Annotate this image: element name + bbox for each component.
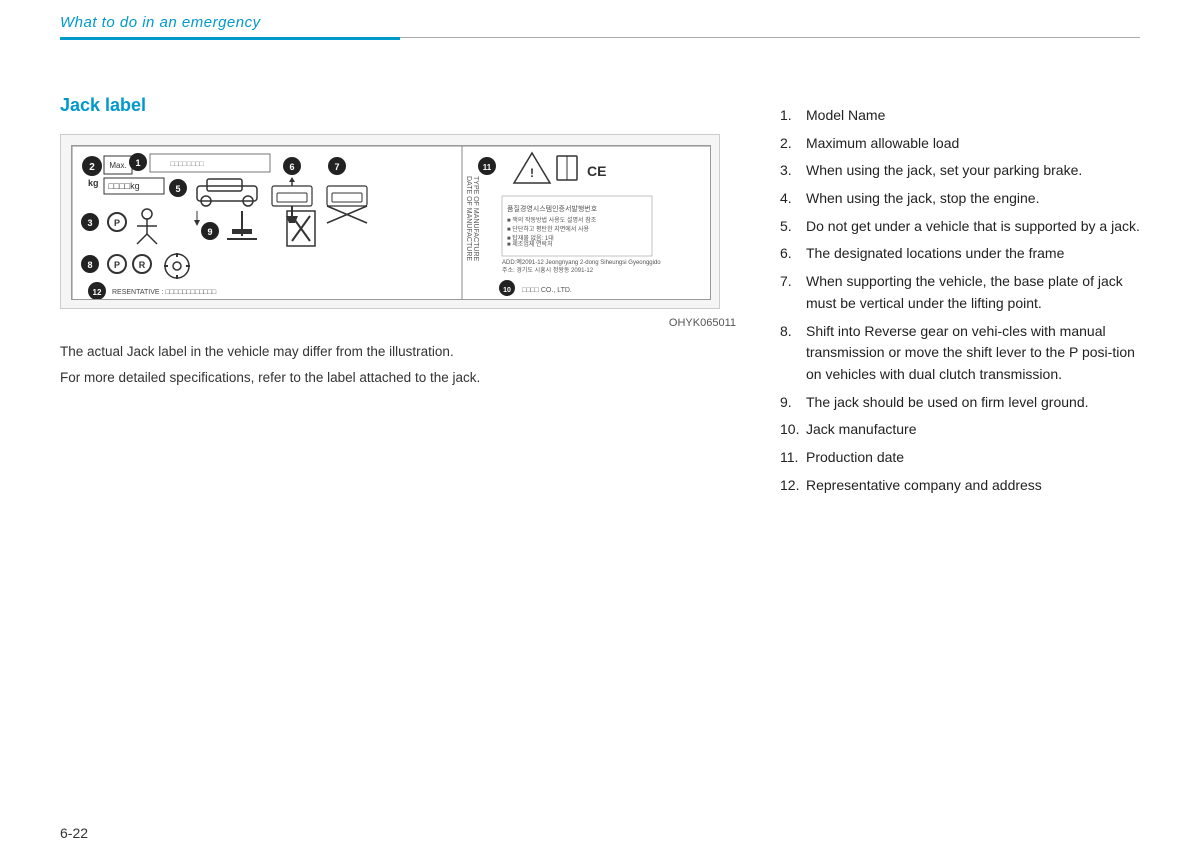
list-content: Production date xyxy=(806,447,1140,469)
jack-label-image: 2 kg Max. 1 □□□□□□□□ □□□□kg xyxy=(60,134,720,309)
list-item: 8. Shift into Reverse gear on vehi-cles … xyxy=(780,321,1140,386)
footer: 6-22 xyxy=(60,825,88,841)
svg-text:P: P xyxy=(114,218,120,228)
list-number: 4. xyxy=(780,188,802,210)
description-line1: The actual Jack label in the vehicle may… xyxy=(60,341,740,363)
list-number: 8. xyxy=(780,321,802,386)
left-column: Jack label 2 kg Max. xyxy=(60,95,740,502)
svg-text:!: ! xyxy=(530,166,534,180)
right-column: 1. Model Name 2. Maximum allowable load … xyxy=(780,95,1140,502)
list-number: 2. xyxy=(780,133,802,155)
svg-text:ADD:예2091-12 Jeongnyang 2-dong: ADD:예2091-12 Jeongnyang 2-dong Siheungsi… xyxy=(502,258,661,266)
svg-text:8: 8 xyxy=(87,260,92,270)
list-number: 12. xyxy=(780,475,802,497)
jack-diagram-svg: 2 kg Max. 1 □□□□□□□□ □□□□kg xyxy=(71,145,711,300)
list-item: 4. When using the jack, stop the engine. xyxy=(780,188,1140,210)
list-content: The designated locations under the frame xyxy=(806,243,1140,265)
svg-text:주소: 경기도 시흥시 정왕동 2091-12: 주소: 경기도 시흥시 정왕동 2091-12 xyxy=(502,266,594,274)
list-number: 11. xyxy=(780,447,802,469)
image-caption: OHYK065011 xyxy=(60,317,740,329)
svg-text:6: 6 xyxy=(289,162,294,172)
list-content: Jack manufacture xyxy=(806,419,1140,441)
svg-text:DATE OF MANUFACTURE: DATE OF MANUFACTURE xyxy=(465,176,472,261)
svg-text:품질경영시스템인증서발행번호: 품질경영시스템인증서발행번호 xyxy=(507,204,598,213)
list-content: Do not get under a vehicle that is suppo… xyxy=(806,216,1140,238)
list-item: 12. Representative company and address xyxy=(780,475,1140,497)
svg-text:9: 9 xyxy=(207,227,212,237)
svg-text:P: P xyxy=(114,260,120,270)
svg-text:5: 5 xyxy=(175,184,180,194)
svg-text:RESENTATIVE : □□□□□□□□□□□□: RESENTATIVE : □□□□□□□□□□□□ xyxy=(112,289,217,296)
svg-text:1: 1 xyxy=(135,158,140,168)
list-item: 5. Do not get under a vehicle that is su… xyxy=(780,216,1140,238)
svg-text:□□□□ CO., LTD.: □□□□ CO., LTD. xyxy=(522,287,572,294)
list-number: 5. xyxy=(780,216,802,238)
svg-text:10: 10 xyxy=(503,287,511,294)
page-container: What to do in an emergency Jack label xyxy=(0,0,1200,861)
list-item: 3. When using the jack, set your parking… xyxy=(780,160,1140,182)
list-number: 10. xyxy=(780,419,802,441)
svg-text:■ 탑재물 없음: 1대: ■ 탑재물 없음: 1대 xyxy=(507,234,554,242)
list-content: Maximum allowable load xyxy=(806,133,1140,155)
page-number: 6-22 xyxy=(60,825,88,841)
svg-text:■ 잭의 작동방법 사용도 설명서 참조: ■ 잭의 작동방법 사용도 설명서 참조 xyxy=(507,216,597,224)
svg-text:7: 7 xyxy=(334,162,339,172)
svg-text:□□□□□□□□: □□□□□□□□ xyxy=(170,161,205,168)
list-item: 11. Production date xyxy=(780,447,1140,469)
list-number: 3. xyxy=(780,160,802,182)
list-item: 6. The designated locations under the fr… xyxy=(780,243,1140,265)
list-number: 6. xyxy=(780,243,802,265)
svg-text:■ 단단하고 평탄한 지면에서 사용: ■ 단단하고 평탄한 지면에서 사용 xyxy=(507,225,590,233)
main-content: Jack label 2 kg Max. xyxy=(0,65,1200,522)
svg-text:12: 12 xyxy=(93,288,102,297)
list-content: The jack should be used on firm level gr… xyxy=(806,392,1140,414)
header-title: What to do in an emergency xyxy=(60,14,261,31)
svg-text:CE: CE xyxy=(587,163,606,179)
list-number: 1. xyxy=(780,105,802,127)
svg-text:TYPE OF MANUFACTURE: TYPE OF MANUFACTURE xyxy=(472,176,479,262)
svg-text:□□□□kg: □□□□kg xyxy=(108,181,139,191)
header-blue-accent xyxy=(60,37,400,40)
svg-text:3: 3 xyxy=(87,218,92,228)
list-content: Shift into Reverse gear on vehi-cles wit… xyxy=(806,321,1140,386)
svg-text:R: R xyxy=(139,260,146,270)
list-item: 9. The jack should be used on firm level… xyxy=(780,392,1140,414)
svg-text:2: 2 xyxy=(89,162,95,173)
list-number: 9. xyxy=(780,392,802,414)
header-gray-line xyxy=(400,37,1140,38)
list-item: 1. Model Name xyxy=(780,105,1140,127)
list-content: Representative company and address xyxy=(806,475,1140,497)
list-number: 7. xyxy=(780,271,802,314)
list-content: Model Name xyxy=(806,105,1140,127)
header-top-row: What to do in an emergency xyxy=(60,14,1140,31)
section-title: Jack label xyxy=(60,95,740,116)
svg-text:kg: kg xyxy=(88,178,99,188)
list-item: 10. Jack manufacture xyxy=(780,419,1140,441)
header-wrapper: What to do in an emergency xyxy=(0,0,1200,40)
svg-text:11: 11 xyxy=(483,163,492,172)
list-content: When supporting the vehicle, the base pl… xyxy=(806,271,1140,314)
list-item: 2. Maximum allowable load xyxy=(780,133,1140,155)
description-line2: For more detailed specifications, refer … xyxy=(60,367,740,389)
list-content: When using the jack, set your parking br… xyxy=(806,160,1140,182)
numbered-list: 1. Model Name 2. Maximum allowable load … xyxy=(780,105,1140,496)
list-item: 7. When supporting the vehicle, the base… xyxy=(780,271,1140,314)
svg-text:■ 제조업체 연락처: ■ 제조업체 연락처 xyxy=(507,240,553,248)
list-content: When using the jack, stop the engine. xyxy=(806,188,1140,210)
svg-text:Max.: Max. xyxy=(109,161,126,170)
